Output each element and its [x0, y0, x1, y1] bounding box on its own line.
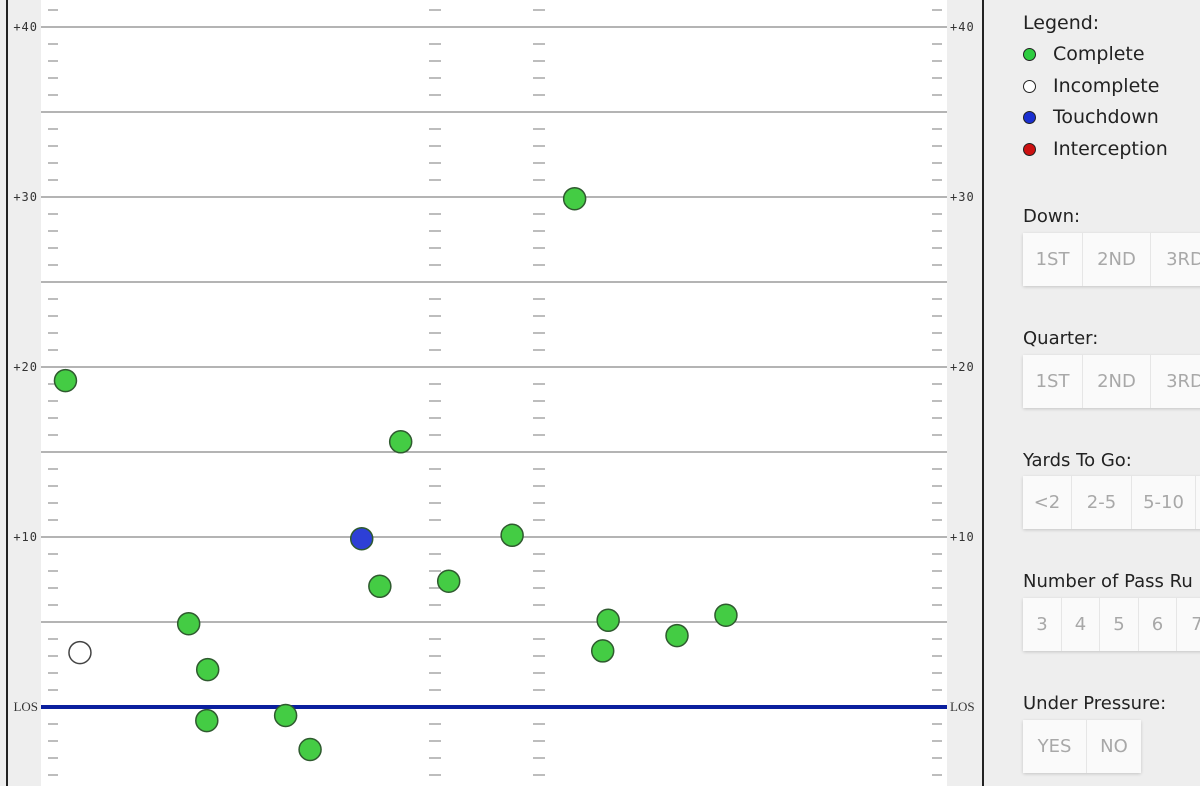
y-tick-label-left: +20 [13, 360, 38, 374]
legend-item-complete: Complete [1023, 43, 1145, 65]
y-tick-label-right: LOS [950, 699, 975, 714]
pass-point-complete [368, 574, 392, 599]
pass-point-complete [665, 623, 689, 648]
pass-point-complete [714, 603, 738, 627]
rushers-3-button[interactable]: 3 [1023, 598, 1062, 651]
yards-to-go-button-group: <2 2-5 5-10 [1023, 476, 1200, 529]
down-2nd-button[interactable]: 2ND [1083, 233, 1151, 286]
pass-point-complete [195, 657, 220, 682]
ytg-2-5-button[interactable]: 2-5 [1072, 476, 1132, 529]
rushers-5-button[interactable]: 5 [1100, 598, 1139, 651]
pass-point-incomplete [68, 640, 92, 665]
pass-rushers-label: Number of Pass Ru [1023, 571, 1193, 592]
legend-label: Interception [1053, 138, 1168, 160]
pass-point-complete [500, 523, 524, 548]
legend-label: Touchdown [1053, 106, 1159, 128]
pressure-yes-button[interactable]: YES [1023, 720, 1087, 773]
y-tick-label-right: +20 [950, 360, 975, 374]
rushers-4-button[interactable]: 4 [1062, 598, 1100, 651]
complete-dot-icon [1023, 47, 1036, 61]
pass-point-complete [53, 368, 78, 393]
touchdown-dot-icon [1023, 110, 1036, 124]
legend-title: Legend: [1023, 12, 1100, 34]
y-tick-label-left: +40 [13, 20, 38, 34]
rushers-7-button[interactable]: 7 [1177, 598, 1200, 651]
pass-point-complete [388, 430, 413, 454]
ytg-lt2-button[interactable]: <2 [1023, 476, 1072, 529]
pass-point-complete [176, 611, 201, 636]
legend-item-touchdown: Touchdown [1023, 106, 1159, 128]
pass-point-complete [436, 569, 461, 593]
pass-point-complete [590, 639, 615, 663]
y-tick-label-right: +30 [950, 190, 975, 204]
quarter-button-group: 1ST 2ND 3RD [1023, 355, 1200, 408]
interception-dot-icon [1023, 142, 1036, 156]
quarter-1st-button[interactable]: 1ST [1023, 355, 1083, 408]
pass-chart: LOS LOS +10 +10 +20 +20 +30 +30 +40 +40 [0, 0, 985, 786]
down-3rd-button[interactable]: 3RD [1151, 233, 1200, 286]
rushers-6-button[interactable]: 6 [1139, 598, 1177, 651]
field-area [41, 0, 947, 786]
legend-label: Complete [1053, 43, 1145, 65]
ytg-5-10-button[interactable]: 5-10 [1132, 476, 1196, 529]
y-tick-label-right: +40 [950, 20, 975, 34]
incomplete-dot-icon [1023, 79, 1036, 93]
quarter-label: Quarter: [1023, 328, 1099, 349]
quarter-3rd-button[interactable]: 3RD [1151, 355, 1200, 408]
down-label: Down: [1023, 206, 1081, 227]
yards-to-go-label: Yards To Go: [1023, 450, 1132, 471]
pressure-no-button[interactable]: NO [1087, 720, 1141, 773]
pass-point-complete [298, 737, 322, 762]
filter-panel: Legend: Complete Incomplete Touchdown In… [985, 0, 1200, 786]
pass-point-complete [273, 703, 298, 728]
pass-rushers-button-group: 3 4 5 6 7 [1023, 598, 1200, 651]
legend-label: Incomplete [1053, 75, 1160, 97]
down-button-group: 1ST 2ND 3RD [1023, 233, 1200, 286]
pass-point-complete [562, 186, 587, 211]
pass-point-complete [195, 708, 219, 733]
y-tick-label-left: LOS [13, 699, 38, 714]
under-pressure-button-group: YES NO [1023, 720, 1141, 773]
ytg-more-button[interactable] [1196, 476, 1200, 529]
y-tick-label-right: +10 [950, 530, 975, 544]
field-plot: LOS LOS +10 +10 +20 +20 +30 +30 +40 +40 [0, 0, 985, 786]
down-1st-button[interactable]: 1ST [1023, 233, 1083, 286]
legend-item-incomplete: Incomplete [1023, 75, 1159, 97]
under-pressure-label: Under Pressure: [1023, 693, 1167, 714]
quarter-2nd-button[interactable]: 2ND [1083, 355, 1151, 408]
y-tick-label-left: +10 [13, 530, 38, 544]
pass-point-complete [596, 608, 620, 633]
y-tick-label-left: +30 [13, 190, 38, 204]
pass-point-touchdown [349, 526, 374, 551]
legend-item-interception: Interception [1023, 138, 1168, 160]
